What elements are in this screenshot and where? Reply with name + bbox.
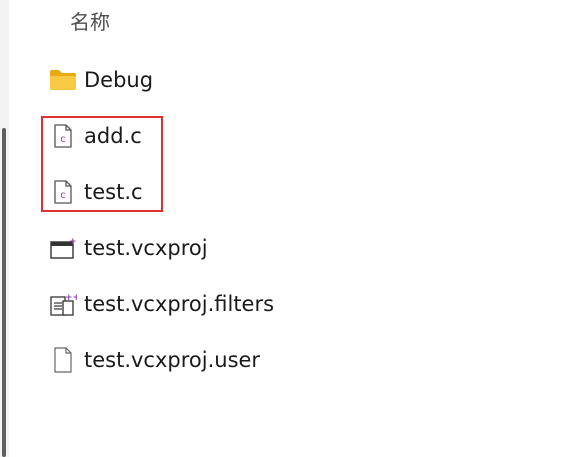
file-name-label: test.vcxproj [84,236,208,260]
file-name-label: test.vcxproj.user [84,348,261,372]
vcxproj-icon: ++ [48,233,78,263]
list-item-debug[interactable]: Debug [48,60,153,100]
file-explorer-pane: 名称 Debug c add.c c test.c + test.vcxproj… [0,0,567,457]
blank-file-icon [48,345,78,375]
list-item-vcxproj-user[interactable]: test.vcxproj.user [48,340,260,380]
svg-text:++: ++ [69,237,77,247]
file-name-label: Debug [84,68,154,92]
folder-icon [48,65,78,95]
svg-text:++: ++ [65,293,77,303]
filters-file-icon: ++ [48,289,78,319]
file-list: Debug c add.c c test.c + test.vcxproj ++… [0,0,567,457]
list-item-vcxproj-filters[interactable]: ++ test.vcxproj.filters [48,284,274,324]
list-item-vcxproj[interactable]: ++ test.vcxproj [48,228,208,268]
selection-highlight-box [41,116,163,212]
file-name-label: test.vcxproj.filters [84,292,275,316]
